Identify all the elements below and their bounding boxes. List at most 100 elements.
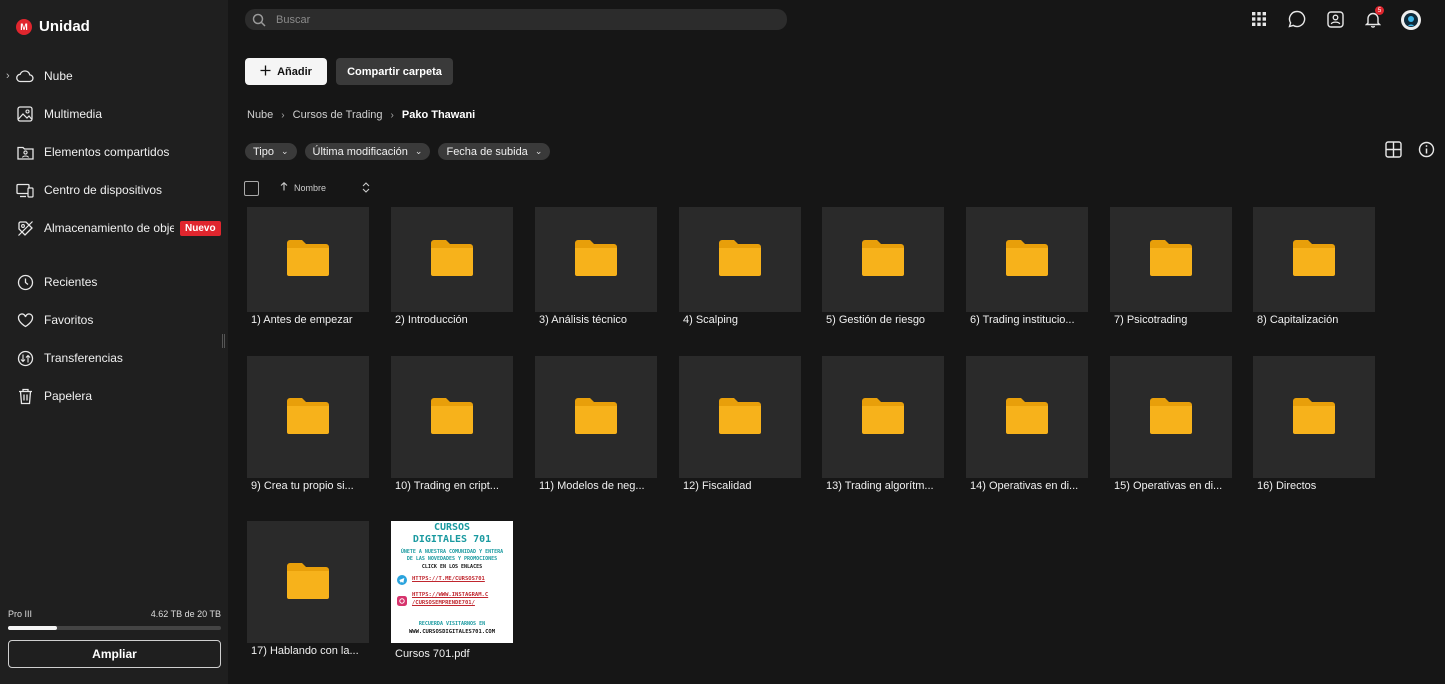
share-folder-button[interactable]: Compartir carpeta — [336, 58, 453, 85]
trash-icon — [16, 387, 34, 405]
folder-tile[interactable]: 17) Hablando con la... — [247, 521, 369, 659]
folder-icon — [860, 396, 906, 439]
pdf-link: /CURSOSEMPRENDE701/ — [412, 600, 475, 606]
folder-icon — [573, 238, 619, 281]
breadcrumb-item[interactable]: Nube — [247, 109, 273, 121]
sidebar-item-label: Nube — [44, 69, 73, 83]
folder-tile[interactable]: 3) Análisis técnico — [535, 207, 657, 328]
folder-thumbnail[interactable] — [679, 207, 801, 312]
sort-by-name[interactable]: Nombre — [280, 182, 326, 193]
folder-thumbnail[interactable] — [1110, 207, 1232, 312]
folder-name: 12) Fiscalidad — [683, 480, 752, 492]
folder-thumbnail[interactable] — [679, 356, 801, 478]
pdf-link: HTTPS://T.ME/CURSOS701 — [412, 576, 485, 582]
storage-progress-fill — [8, 626, 58, 630]
info-icon[interactable] — [1418, 141, 1436, 159]
folder-name: 1) Antes de empezar — [251, 314, 353, 326]
folder-icon — [1291, 238, 1337, 281]
folder-icon — [1148, 396, 1194, 439]
sidebar-item-nube[interactable]: › Nube — [0, 58, 228, 94]
sidebar-item-label: Recientes — [44, 275, 98, 289]
filter-label: Tipo — [253, 145, 274, 158]
apps-grid-icon[interactable] — [1248, 8, 1270, 30]
transfers-icon — [16, 349, 34, 367]
folder-thumbnail[interactable] — [1110, 356, 1232, 478]
folder-thumbnail[interactable] — [822, 207, 944, 312]
folder-icon — [285, 396, 331, 439]
folder-tile[interactable]: 2) Introducción — [391, 207, 513, 328]
folder-tile[interactable]: 16) Directos — [1253, 356, 1375, 494]
folder-thumbnail[interactable] — [535, 356, 657, 478]
folder-tile[interactable]: 7) Psicotrading — [1110, 207, 1232, 328]
folder-tile[interactable]: 8) Capitalización — [1253, 207, 1375, 328]
pdf-thumbnail[interactable]: CURSOS DIGITALES 701 ÚNETE A NUESTRA COMUN… — [391, 521, 513, 643]
user-avatar[interactable] — [1400, 9, 1422, 31]
file-tile[interactable]: CURSOS DIGITALES 701 ÚNETE A NUESTRA COMUN… — [391, 521, 513, 660]
storage-usage: 4.62 TB de 20 TB — [150, 609, 221, 619]
folder-thumbnail[interactable] — [966, 356, 1088, 478]
folder-tile[interactable]: 11) Modelos de neg... — [535, 356, 657, 494]
sidebar-item-recent[interactable]: Recientes — [0, 264, 228, 300]
search-bar[interactable] — [245, 9, 787, 30]
folder-tile[interactable]: 14) Operativas en di... — [966, 356, 1088, 494]
clock-icon — [16, 273, 34, 291]
folder-tile[interactable]: 10) Trading en cript... — [391, 356, 513, 494]
folder-thumbnail[interactable] — [247, 356, 369, 478]
folder-tile[interactable]: 1) Antes de empezar — [247, 207, 369, 328]
pdf-text: CURSOS — [433, 522, 471, 533]
folder-icon — [573, 396, 619, 439]
folder-name: 8) Capitalización — [1257, 314, 1339, 326]
folder-thumbnail[interactable] — [966, 207, 1088, 312]
folder-thumbnail[interactable] — [822, 356, 944, 478]
folder-icon — [860, 238, 906, 281]
filter-upload-date[interactable]: Fecha de subida ⌄ — [438, 143, 551, 160]
app-logo[interactable]: M Unidad — [16, 18, 90, 35]
shared-folder-icon — [16, 143, 34, 161]
instagram-icon — [397, 595, 407, 609]
add-button[interactable]: Añadir — [245, 58, 327, 85]
sidebar-item-multimedia[interactable]: Multimedia — [0, 96, 228, 132]
folder-thumbnail[interactable] — [391, 356, 513, 478]
folder-icon — [1004, 238, 1050, 281]
chevron-right-icon[interactable]: › — [6, 70, 10, 82]
bell-icon[interactable]: 5 — [1362, 6, 1384, 30]
pdf-text: CLICK EN LOS ENLACES — [421, 564, 483, 570]
sidebar-item-devices[interactable]: Centro de dispositivos — [0, 172, 228, 208]
folder-tile[interactable]: 5) Gestión de riesgo — [822, 207, 944, 328]
sidebar-item-favorites[interactable]: Favoritos — [0, 302, 228, 338]
contacts-icon[interactable] — [1324, 8, 1346, 30]
filter-last-modified[interactable]: Última modificación ⌄ — [304, 143, 431, 160]
search-input[interactable] — [276, 13, 756, 26]
grid-view-icon[interactable] — [1385, 141, 1403, 159]
sidebar-item-shared[interactable]: Elementos compartidos — [0, 134, 228, 170]
filter-type[interactable]: Tipo ⌄ — [245, 143, 297, 160]
sidebar-item-trash[interactable]: Papelera — [0, 378, 228, 414]
chat-icon[interactable] — [1286, 8, 1308, 30]
folder-icon — [1291, 396, 1337, 439]
folder-tile[interactable]: 15) Operativas en di... — [1110, 356, 1232, 494]
folder-tile[interactable]: 9) Crea tu propio si... — [247, 356, 369, 494]
folder-tile[interactable]: 13) Trading algorítm... — [822, 356, 944, 494]
folder-tile[interactable]: 12) Fiscalidad — [679, 356, 801, 494]
sidebar-item-transfers[interactable]: Transferencias — [0, 340, 228, 376]
sidebar-item-object-storage[interactable]: Almacenamiento de objetos Nuevo — [0, 210, 228, 246]
folder-thumbnail[interactable] — [535, 207, 657, 312]
folder-thumbnail[interactable] — [247, 521, 369, 643]
breadcrumb-item[interactable]: Cursos de Trading — [293, 109, 383, 121]
folder-name: 5) Gestión de riesgo — [826, 314, 926, 326]
folder-thumbnail[interactable] — [1253, 207, 1375, 312]
sort-order-toggle[interactable] — [362, 182, 370, 196]
folder-icon — [429, 238, 475, 281]
folder-tile[interactable]: 6) Trading institucio... — [966, 207, 1088, 328]
folder-thumbnail[interactable] — [247, 207, 369, 312]
select-all-checkbox[interactable] — [244, 181, 259, 196]
sidebar-resize-handle[interactable] — [222, 334, 225, 348]
pdf-text: RECUERDA VISITARNOS EN — [418, 621, 486, 627]
folder-tile[interactable]: 4) Scalping — [679, 207, 801, 328]
folder-thumbnail[interactable] — [391, 207, 513, 312]
upgrade-button[interactable]: Ampliar — [8, 640, 221, 668]
app-title: Unidad — [39, 18, 90, 35]
sidebar-item-label: Multimedia — [44, 107, 103, 121]
folder-thumbnail[interactable] — [1253, 356, 1375, 478]
folder-name: 3) Análisis técnico — [539, 314, 628, 326]
